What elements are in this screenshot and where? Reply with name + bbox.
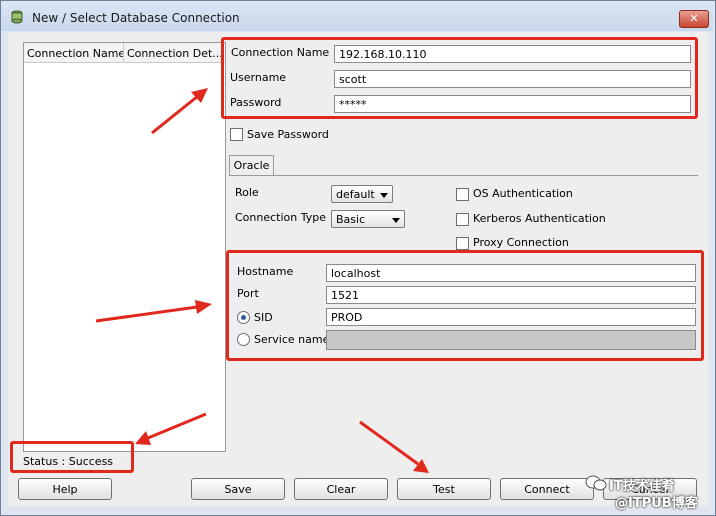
arrow-icon <box>95 300 212 323</box>
watermark: IT技术佳肴 @ITPUB博客 <box>585 472 713 512</box>
arrow-icon <box>359 420 429 473</box>
watermark-line2: @ITPUB博客 <box>615 496 698 511</box>
wechat-icon <box>585 475 607 491</box>
arrow-icon <box>151 88 208 135</box>
arrow-icon <box>135 412 207 445</box>
annotation-arrows <box>95 88 429 473</box>
